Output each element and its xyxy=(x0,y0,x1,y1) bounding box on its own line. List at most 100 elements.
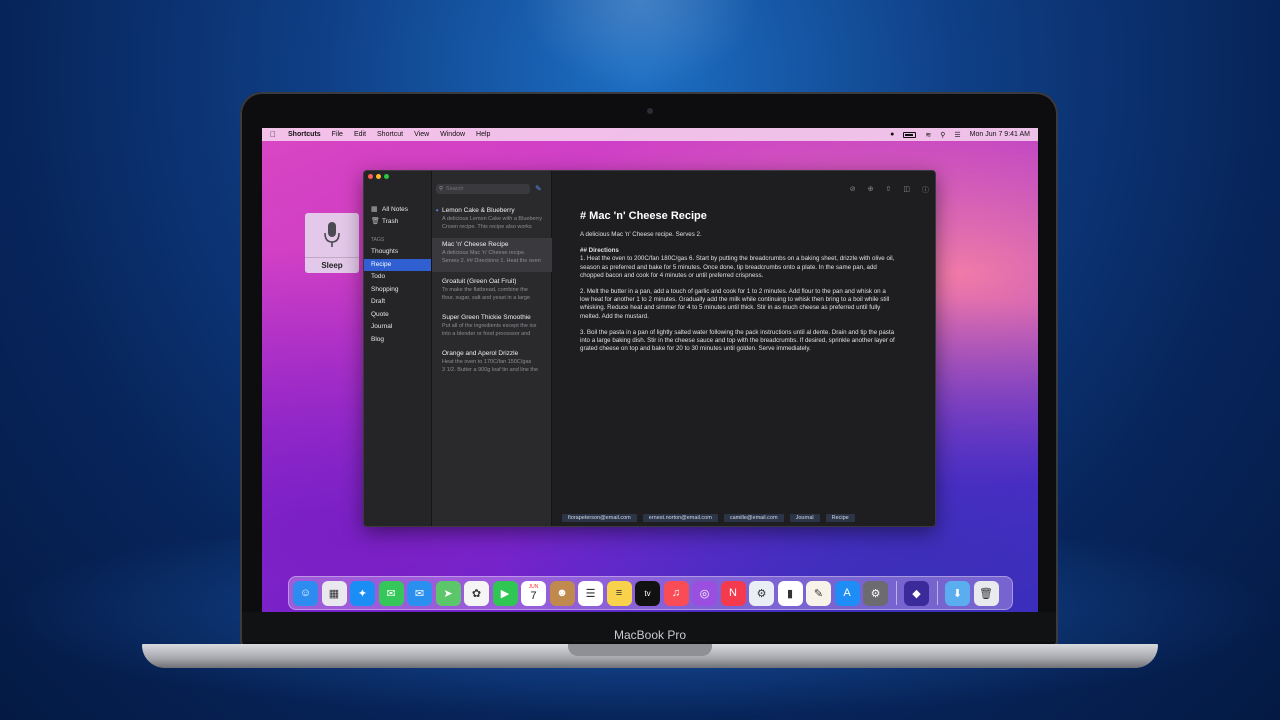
notes-icon: ▦ xyxy=(371,205,378,213)
apple-menu-icon[interactable]:  xyxy=(270,130,276,139)
note-intro: A delicious Mac 'n' Cheese recipe. Serve… xyxy=(580,231,702,238)
tag-todo[interactable]: Todo xyxy=(364,271,431,284)
laptop-notch xyxy=(568,644,712,656)
menu-view[interactable]: View xyxy=(414,131,429,138)
sidebar-item-trash[interactable]: 🗑 Trash xyxy=(364,216,431,229)
system-preferences-icon[interactable]: ⚙ xyxy=(863,580,888,606)
downloads-icon[interactable]: ⬇ xyxy=(945,580,970,606)
note-heading: # Mac 'n' Cheese Recipe xyxy=(580,210,707,222)
microphone-icon xyxy=(324,222,340,247)
tag-journal[interactable]: Journal xyxy=(364,321,431,334)
contacts-icon[interactable]: ☻ xyxy=(549,580,575,606)
note-title: Mac 'n' Cheese Recipe xyxy=(442,241,509,248)
tag-blog[interactable]: Blog xyxy=(364,334,431,347)
messages-icon[interactable]: ✉ xyxy=(378,580,404,606)
list-item[interactable]: Groatuit (Green Oat Fruit) To make the f… xyxy=(432,275,553,309)
note-editor[interactable]: ⊘ ⊕ ⇧ ◫ ⓘ # Mac 'n' Cheese Recipe A deli… xyxy=(552,171,935,526)
delete-icon[interactable]: ◫ xyxy=(903,185,910,195)
menu-edit[interactable]: Edit xyxy=(354,131,366,138)
close-button[interactable] xyxy=(368,174,373,179)
notes-app-icon[interactable]: ≡ xyxy=(606,580,632,606)
sidebar-item-all-notes[interactable]: ▦ All Notes xyxy=(364,203,431,216)
minimize-button[interactable] xyxy=(376,174,381,179)
search-field[interactable]: ⚲ xyxy=(436,184,530,194)
list-item[interactable]: Super Green Thickie Smoothie Put all of … xyxy=(432,311,553,345)
search-input[interactable] xyxy=(446,186,517,192)
directions-heading: ## Directions xyxy=(580,247,619,255)
reminders-icon[interactable]: ☰ xyxy=(578,580,603,606)
wifi-icon[interactable]: ≋ xyxy=(925,131,931,139)
numbers-icon[interactable]: ▮ xyxy=(777,580,803,606)
finder-icon[interactable]: ☺ xyxy=(293,580,318,606)
appstore-icon[interactable]: A xyxy=(834,580,860,606)
new-note-icon[interactable]: ✎ xyxy=(535,184,545,194)
list-item[interactable]: Mac 'n' Cheese Recipe A delicious Mac 'n… xyxy=(432,238,553,272)
step-3: 3. Boil the pasta in a pan of lightly sa… xyxy=(580,328,895,353)
facetime-icon[interactable]: ▶ xyxy=(492,580,518,606)
calendar-icon[interactable]: JUN 7 xyxy=(521,580,546,606)
note-preview: Put all of the ingredients except the ic… xyxy=(442,323,537,329)
hide-icon[interactable]: ⊘ xyxy=(850,185,856,195)
note-preview: Serves 2. ## Directions 1. Heat the oven xyxy=(442,257,541,264)
zoom-button[interactable] xyxy=(384,174,389,179)
menu-app-name[interactable]: Shortcuts xyxy=(288,131,321,138)
maps-icon[interactable]: ➤ xyxy=(435,580,461,606)
sleep-label: Sleep xyxy=(305,257,359,270)
list-item[interactable]: ✦ Lemon Cake & Blueberry A delicious Lem… xyxy=(432,204,553,238)
tag-shopping[interactable]: Shopping xyxy=(364,284,431,297)
editor-toolbar: ⊘ ⊕ ⇧ ◫ ⓘ xyxy=(850,185,929,195)
note-title: Orange and Aperol Drizzle xyxy=(442,350,519,357)
sidebar-item-label: All Notes xyxy=(382,205,409,213)
camera xyxy=(647,108,653,114)
info-icon[interactable]: ⓘ xyxy=(922,185,929,195)
screen:  Shortcuts File Edit Shortcut View Wind… xyxy=(262,128,1038,612)
photos-icon[interactable]: ✿ xyxy=(464,580,489,606)
configurator-icon[interactable]: ⚙ xyxy=(749,580,774,606)
menu-datetime[interactable]: Mon Jun 7 9:41 AM xyxy=(970,131,1030,138)
tag-chip[interactable]: Journal xyxy=(789,514,820,522)
device-label: MacBook Pro xyxy=(613,628,687,642)
safari-icon[interactable]: ✦ xyxy=(350,580,375,606)
launchpad-icon[interactable]: ▦ xyxy=(321,580,347,606)
tag-thoughts[interactable]: Thoughts xyxy=(364,246,431,259)
pages-icon[interactable]: ✎ xyxy=(806,580,831,606)
list-item[interactable]: Orange and Aperol Drizzle Heat the oven … xyxy=(432,347,553,381)
trash-dock-icon[interactable]: 🗑 xyxy=(973,580,999,606)
pin-icon: ✦ xyxy=(435,208,440,214)
user-icon[interactable]: ● xyxy=(890,131,894,138)
spotlight-glow xyxy=(520,0,760,90)
tag-draft[interactable]: Draft xyxy=(364,296,431,309)
tag-chip[interactable]: fiorapeterson@email.com xyxy=(562,514,637,522)
menu-file[interactable]: File xyxy=(332,131,343,138)
step-1: 1. Heat the oven to 200C/fan 180C/gas 6.… xyxy=(580,255,895,279)
shortcuts-icon[interactable]: ◆ xyxy=(904,580,929,606)
battery-icon[interactable] xyxy=(903,131,917,138)
window-controls xyxy=(368,174,389,179)
tag-quote[interactable]: Quote xyxy=(364,309,431,322)
share-icon[interactable]: ⇧ xyxy=(886,185,892,195)
menu-shortcut[interactable]: Shortcut xyxy=(377,131,403,138)
control-center-icon[interactable]: ☰ xyxy=(954,131,960,139)
note-body: A delicious Mac 'n' Cheese recipe. Serve… xyxy=(580,231,896,361)
music-icon[interactable]: ♫ xyxy=(663,580,689,606)
news-icon[interactable]: N xyxy=(720,580,746,606)
sidebar: ▦ All Notes 🗑 Trash TAGS Thoughts Recipe… xyxy=(364,171,431,526)
appletv-icon[interactable]: tv xyxy=(635,580,660,606)
menu-window[interactable]: Window xyxy=(440,131,465,138)
siri-sleep-widget[interactable]: Sleep xyxy=(305,213,359,273)
spotlight-search-icon[interactable]: ⚲ xyxy=(940,131,945,139)
trash-icon: 🗑 xyxy=(371,218,380,226)
note-preview: 3 1/2. Butter a 900g loaf tin and line t… xyxy=(442,366,539,373)
export-icon[interactable]: ⊕ xyxy=(868,185,874,195)
tag-chip[interactable]: camille@email.com xyxy=(723,514,784,522)
mail-icon[interactable]: ✉ xyxy=(407,580,432,606)
podcasts-icon[interactable]: ◎ xyxy=(692,580,717,606)
menu-help[interactable]: Help xyxy=(476,131,490,138)
tag-chip[interactable]: Recipe xyxy=(825,514,855,522)
tag-chip[interactable]: ernest.norton@email.com xyxy=(642,514,718,522)
dock-separator xyxy=(936,581,938,605)
note-title: Super Green Thickie Smoothie xyxy=(442,314,531,321)
note-preview: To make the flatbread, combine the xyxy=(442,287,528,293)
note-list: ⚲ ✎ ✦ Lemon Cake & Blueberry A delicious… xyxy=(431,171,553,526)
tag-recipe[interactable]: Recipe xyxy=(364,258,431,271)
